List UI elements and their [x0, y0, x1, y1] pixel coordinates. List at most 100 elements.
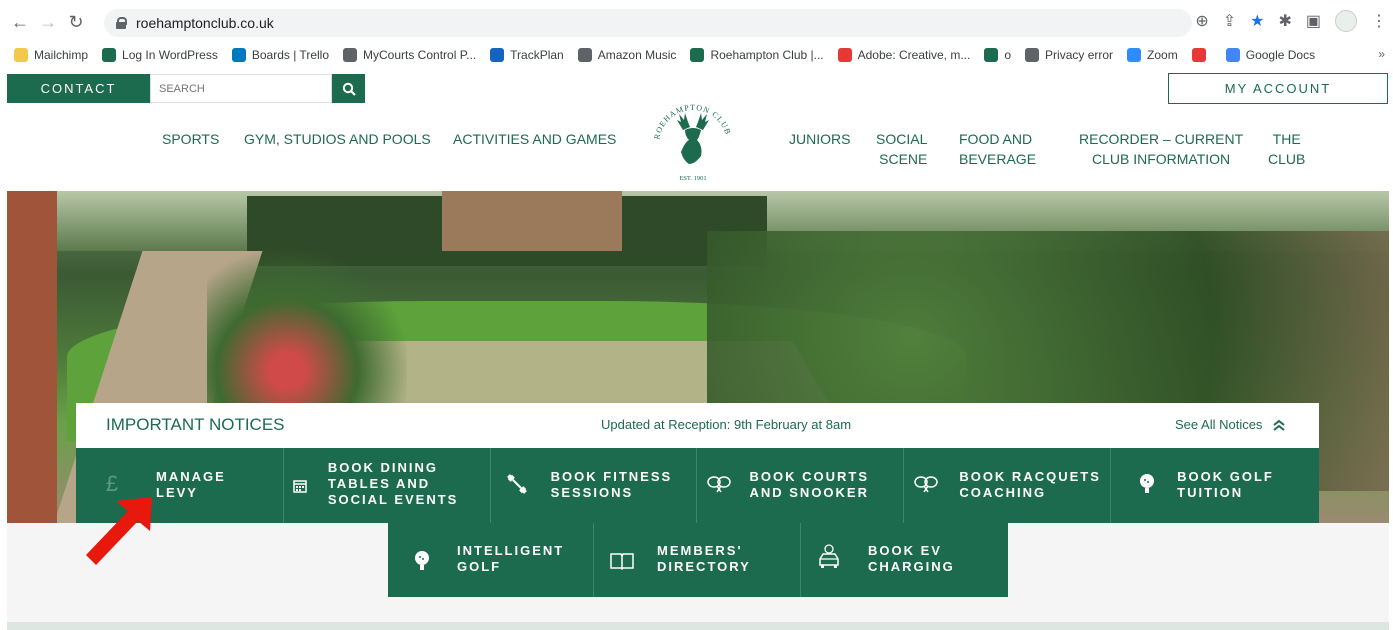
important-notices-bar: IMPORTANT NOTICES Updated at Reception: … [76, 403, 1319, 448]
extensions-puzzle-icon[interactable]: ✱ [1278, 11, 1291, 31]
nav-food-line2: BEVERAGE [959, 151, 1037, 167]
share-icon[interactable]: ⇪ [1223, 11, 1236, 31]
nav-recorder-line2: CLUB INFORMATION [1091, 151, 1231, 167]
bookmark-item[interactable]: MyCourts Control P... [343, 48, 476, 62]
nav-recorder[interactable]: RECORDER – CURRENT CLUB INFORMATION [1079, 129, 1243, 169]
bookmark-favicon-icon [231, 48, 246, 62]
forward-arrow-icon[interactable]: → [36, 10, 60, 34]
nav-recorder-line1: RECORDER – CURRENT [1079, 131, 1244, 147]
ev-line1: BOOK EV [868, 543, 942, 558]
ev-line2: CHARGING [868, 559, 955, 574]
courts-line1: BOOK COURTS [749, 469, 869, 484]
bookmark-favicon-icon [1191, 48, 1206, 62]
bookmark-label: Amazon Music [597, 48, 677, 62]
see-all-notices-link[interactable]: See All Notices [1175, 417, 1286, 432]
nav-food-beverage[interactable]: FOOD AND BEVERAGE [959, 129, 1036, 169]
bookmark-favicon-icon [1025, 48, 1040, 62]
bookmarks-more-icon[interactable]: » [1378, 47, 1385, 61]
bookmark-item[interactable]: Zoom [1127, 48, 1178, 62]
dining-line2: TABLES AND [327, 476, 431, 491]
book-ev-charging-tile[interactable]: BOOK EV CHARGING [801, 523, 1008, 597]
notices-updated-text: Updated at Reception: 9th February at 8a… [601, 417, 852, 432]
bookmark-item[interactable]: Mailchimp [14, 48, 88, 62]
bookmark-label: Adobe: Creative, m... [857, 48, 971, 62]
bookmark-favicon-icon [837, 48, 852, 62]
dining-line1: BOOK DINING [327, 460, 438, 475]
nav-food-line1: FOOD AND [959, 131, 1033, 147]
bookmark-favicon-icon [343, 48, 357, 62]
book-racquets-coaching-tile[interactable]: BOOK RACQUETS COACHING [904, 448, 1112, 523]
fitness-line1: BOOK FITNESS [550, 469, 673, 484]
courts-line2: AND SNOOKER [749, 485, 869, 500]
bookmark-item[interactable]: Google Docs [1225, 48, 1316, 62]
book-dining-tile[interactable]: BOOK DINING TABLES AND SOCIAL EVENTS [283, 448, 491, 523]
nav-club-line1: THE [1272, 131, 1301, 147]
my-account-button[interactable]: MY ACCOUNT [1168, 73, 1388, 104]
racquets-coaching-icon [912, 470, 940, 498]
stag-icon [677, 113, 709, 164]
club-logo[interactable]: ROEHAMPTON CLUB EST. 1901 [645, 100, 741, 184]
bookmark-favicon-icon [14, 48, 28, 62]
intelligent-golf-ball-icon [408, 547, 436, 575]
bookmark-item[interactable]: Adobe: Creative, m... [837, 48, 971, 62]
annotation-arrow-icon [86, 497, 152, 565]
bookmark-item[interactable]: o [984, 48, 1011, 62]
book-golf-tuition-tile[interactable]: BOOK GOLF TUITION [1111, 448, 1319, 523]
lock-icon[interactable] [116, 17, 127, 29]
nav-sports[interactable]: SPORTS [162, 129, 219, 149]
bookmarks-bar: Mailchimp Log In WordPress Boards | Trello… [0, 44, 1393, 66]
bookmark-label: Zoom [1147, 48, 1178, 62]
quick-links-row-1: £ MANAGE LEVY BOOK DINING TABLES AND SOC… [76, 448, 1319, 523]
bookmark-item[interactable] [1191, 48, 1212, 62]
reload-icon[interactable]: ↻ [64, 10, 88, 34]
bookmark-label: TrackPlan [510, 48, 564, 62]
nav-juniors[interactable]: JUNIORS [789, 129, 850, 149]
intelligent-golf-tile[interactable]: INTELLIGENT GOLF [388, 523, 594, 597]
bookmark-label: Log In WordPress [122, 48, 218, 62]
nav-the-club[interactable]: THE CLUB [1268, 129, 1305, 169]
bookmark-item[interactable]: TrackPlan [490, 48, 564, 62]
see-all-notices-label: See All Notices [1175, 417, 1263, 432]
bookmark-star-icon[interactable]: ★ [1250, 11, 1264, 31]
profile-avatar[interactable] [1335, 10, 1357, 32]
nav-activities-games[interactable]: ACTIVITIES AND GAMES [453, 129, 616, 149]
contact-button[interactable]: CONTACT [7, 74, 150, 103]
dumbbell-icon [503, 470, 531, 498]
nav-club-line2: CLUB [1268, 151, 1306, 167]
browser-toolbar: ← → ↻ roehamptonclub.co.uk ⊕ ⇪ ★ ✱ ▣ ⋮ [0, 0, 1393, 44]
book-fitness-tile[interactable]: BOOK FITNESS SESSIONS [490, 448, 698, 523]
bookmark-label: MyCourts Control P... [363, 48, 477, 62]
browser-menu-icon[interactable]: ⋮ [1371, 11, 1387, 31]
bookmark-item[interactable]: Roehampton Club |... [690, 48, 824, 62]
bookmark-item[interactable]: Amazon Music [577, 48, 677, 62]
back-arrow-icon[interactable]: ← [8, 10, 32, 34]
nav-social-line2: SCENE [879, 151, 928, 167]
bookmark-favicon-icon [1225, 48, 1240, 62]
members-directory-tile[interactable]: MEMBERS' DIRECTORY [594, 523, 801, 597]
fitness-line2: SESSIONS [550, 485, 634, 500]
dining-line3: SOCIAL EVENTS [327, 492, 459, 507]
search-input[interactable] [150, 74, 332, 103]
directory-line1: MEMBERS' [657, 543, 743, 558]
bookmark-favicon-icon [490, 48, 505, 62]
zoom-icon[interactable]: ⊕ [1195, 11, 1208, 31]
directory-line2: DIRECTORY [657, 559, 751, 574]
chevron-double-up-icon [1273, 419, 1286, 431]
search-icon [342, 82, 356, 96]
book-courts-tile[interactable]: BOOK COURTS AND SNOOKER [697, 448, 905, 523]
bookmark-item[interactable]: Privacy error [1025, 48, 1113, 62]
bookmark-item[interactable]: Boards | Trello [231, 48, 329, 62]
igolf-line2: GOLF [457, 559, 502, 574]
golf-ball-icon [1133, 470, 1161, 498]
bookmark-item[interactable]: Log In WordPress [102, 48, 218, 62]
url-text: roehamptonclub.co.uk [136, 15, 274, 31]
nav-gym-studios-pools[interactable]: GYM, STUDIOS AND POOLS [244, 129, 431, 149]
bookmark-favicon-icon [1127, 48, 1142, 62]
side-panel-icon[interactable]: ▣ [1306, 11, 1321, 31]
address-bar[interactable]: roehamptonclub.co.uk [104, 9, 1192, 37]
bookmark-label: Google Docs [1245, 48, 1316, 62]
levy-line2: LEVY [156, 485, 198, 500]
bookmark-label: o [1004, 48, 1012, 62]
search-button[interactable] [332, 74, 365, 103]
nav-social-scene[interactable]: SOCIAL SCENE [876, 129, 927, 169]
